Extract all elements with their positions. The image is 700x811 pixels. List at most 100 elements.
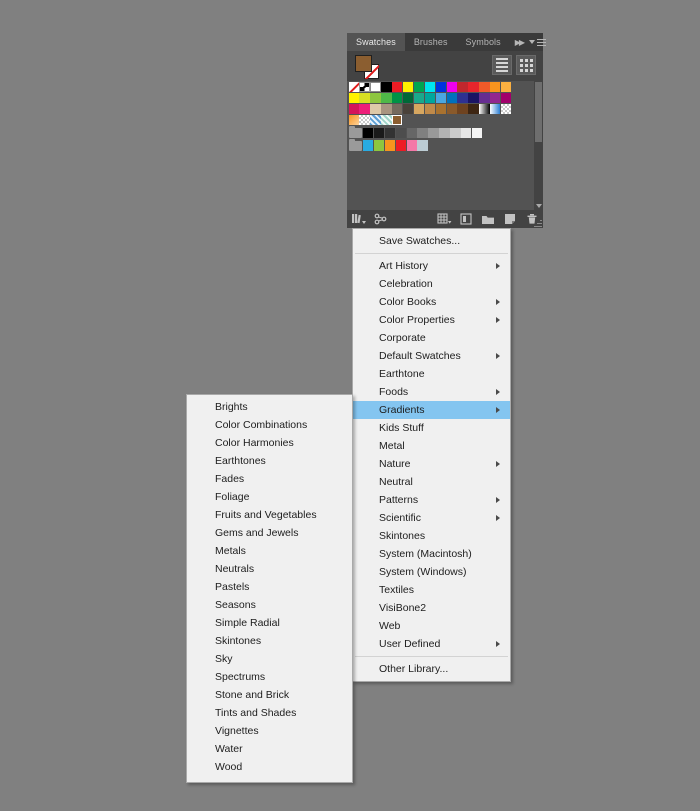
submenu-item-color-combinations[interactable]: Color Combinations (187, 416, 352, 434)
submenu-item-tints-and-shades[interactable]: Tints and Shades (187, 704, 352, 722)
swatch-libraries-context-menu[interactable]: Save Swatches... Art History Celebration… (352, 228, 511, 682)
swatch-cell[interactable] (500, 82, 512, 93)
swatch-cell[interactable] (435, 92, 447, 104)
swatch-cell[interactable] (439, 127, 450, 138)
menu-item-other-library[interactable]: Other Library... (353, 660, 510, 678)
scroll-down-arrow-icon[interactable] (534, 201, 543, 210)
swatch-cell[interactable] (457, 103, 468, 115)
double-chevron-right-icon[interactable]: ▶▶ (515, 38, 529, 47)
submenu-item-foliage[interactable]: Foliage (187, 488, 352, 506)
swatch-cell[interactable] (363, 127, 374, 138)
swatch-cell[interactable] (424, 103, 436, 115)
swatch-cell[interactable] (384, 140, 396, 151)
submenu-item-neutrals[interactable]: Neutrals (187, 560, 352, 578)
swatch-cell[interactable] (413, 92, 425, 104)
menu-item-color-books[interactable]: Color Books (353, 293, 510, 311)
fill-stroke-indicator[interactable] (355, 55, 383, 79)
menu-item-default-swatches[interactable]: Default Swatches (353, 347, 510, 365)
swatch-cell[interactable] (363, 140, 374, 151)
fill-swatch[interactable] (355, 55, 372, 72)
tab-swatches[interactable]: Swatches (347, 33, 405, 51)
submenu-item-metals[interactable]: Metals (187, 542, 352, 560)
swatch-cell[interactable] (392, 92, 403, 104)
swatch-kinds-menu-icon[interactable] (433, 211, 455, 227)
swatch-cell[interactable] (413, 103, 425, 115)
menu-item-celebration[interactable]: Celebration (353, 275, 510, 293)
swatch-cell[interactable] (424, 92, 436, 104)
swatch-cell[interactable] (479, 92, 490, 104)
submenu-item-sky[interactable]: Sky (187, 650, 352, 668)
submenu-item-brights[interactable]: Brights (187, 398, 352, 416)
swatch-cell[interactable] (490, 92, 501, 104)
new-swatch-icon[interactable] (499, 211, 521, 227)
swatch-cell[interactable] (428, 127, 439, 138)
swatch-cell[interactable] (424, 82, 436, 93)
swatch-cell[interactable] (348, 92, 359, 104)
submenu-item-fades[interactable]: Fades (187, 470, 352, 488)
menu-item-patterns[interactable]: Patterns (353, 491, 510, 509)
scrollbar-thumb[interactable] (535, 82, 542, 142)
swatch-cell[interactable] (468, 92, 479, 104)
swatch-registration[interactable] (359, 82, 370, 93)
swatch-libraries-icon[interactable] (347, 211, 369, 227)
swatch-cell[interactable] (381, 103, 392, 115)
swatch-cell-selected[interactable] (392, 114, 403, 126)
swatch-cell[interactable] (413, 82, 425, 93)
menu-item-skintones[interactable]: Skintones (353, 527, 510, 545)
menu-item-metal[interactable]: Metal (353, 437, 510, 455)
swatch-cell[interactable] (435, 103, 447, 115)
submenu-item-pastels[interactable]: Pastels (187, 578, 352, 596)
tab-brushes[interactable]: Brushes (404, 33, 457, 51)
swatch-cell[interactable] (490, 82, 501, 93)
folder-icon[interactable] (348, 125, 362, 138)
swatch-cell[interactable] (457, 92, 468, 104)
swatch-cell[interactable] (392, 103, 403, 115)
swatch-cell[interactable] (348, 103, 359, 115)
swatch-scrollbar[interactable] (534, 81, 543, 210)
swatch-cell[interactable] (359, 103, 370, 115)
submenu-item-spectrums[interactable]: Spectrums (187, 668, 352, 686)
swatch-cell[interactable] (457, 82, 468, 93)
swatch-cell[interactable] (500, 92, 512, 104)
swatch-cell[interactable] (446, 103, 457, 115)
submenu-item-water[interactable]: Water (187, 740, 352, 758)
grid-view-button[interactable] (516, 55, 536, 75)
swatch-cell[interactable] (468, 103, 479, 115)
swatch-cell[interactable] (446, 82, 457, 93)
menu-item-foods[interactable]: Foods (353, 383, 510, 401)
tab-symbols[interactable]: Symbols (456, 33, 510, 51)
swatch-pattern[interactable] (381, 114, 392, 126)
submenu-item-color-harmonies[interactable]: Color Harmonies (187, 434, 352, 452)
menu-item-system-windows[interactable]: System (Windows) (353, 563, 510, 581)
swatch-cell[interactable] (359, 92, 370, 104)
swatch-cell[interactable] (402, 92, 414, 104)
swatch-cell[interactable] (446, 92, 457, 104)
swatch-cell[interactable] (370, 103, 381, 115)
swatch-cell[interactable] (381, 82, 392, 93)
folder-icon[interactable] (348, 138, 362, 151)
swatch-options-icon[interactable] (455, 211, 477, 227)
swatch-cell[interactable] (370, 92, 381, 104)
submenu-item-stone-and-brick[interactable]: Stone and Brick (187, 686, 352, 704)
swatch-pattern[interactable] (370, 114, 381, 126)
menu-item-kids-stuff[interactable]: Kids Stuff (353, 419, 510, 437)
menu-item-neutral[interactable]: Neutral (353, 473, 510, 491)
submenu-item-fruits-and-vegetables[interactable]: Fruits and Vegetables (187, 506, 352, 524)
swatch-cell[interactable] (402, 82, 414, 93)
swatch-gradient[interactable] (490, 103, 501, 115)
swatch-cell[interactable] (450, 127, 461, 138)
submenu-item-seasons[interactable]: Seasons (187, 596, 352, 614)
menu-item-nature[interactable]: Nature (353, 455, 510, 473)
swatch-cell[interactable] (417, 127, 428, 138)
menu-item-textiles[interactable]: Textiles (353, 581, 510, 599)
menu-item-system-macintosh[interactable]: System (Macintosh) (353, 545, 510, 563)
panel-menu-icon[interactable] (529, 38, 552, 46)
menu-item-save-swatches[interactable]: Save Swatches... (353, 232, 510, 250)
submenu-item-gems-and-jewels[interactable]: Gems and Jewels (187, 524, 352, 542)
menu-item-visibone2[interactable]: VisiBone2 (353, 599, 510, 617)
submenu-item-simple-radial[interactable]: Simple Radial (187, 614, 352, 632)
swatch-cell[interactable] (406, 140, 417, 151)
show-swatch-kinds-icon[interactable] (369, 211, 391, 227)
swatch-cell[interactable] (392, 82, 403, 93)
menu-item-user-defined[interactable]: User Defined (353, 635, 510, 653)
